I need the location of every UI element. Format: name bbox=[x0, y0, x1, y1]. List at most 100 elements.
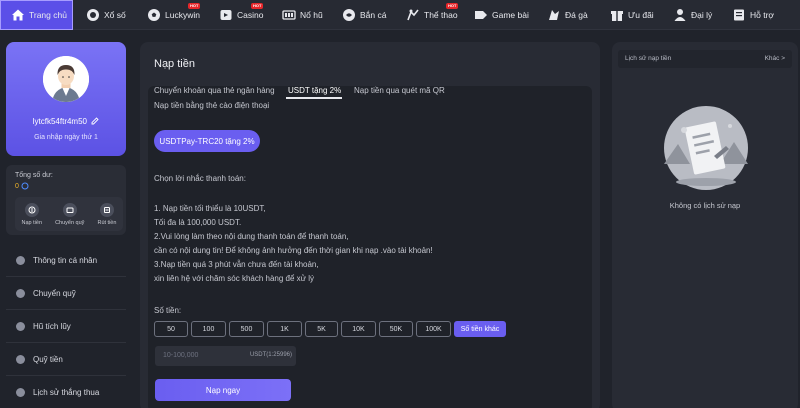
note-line: 1. Nạp tiền tối thiểu là 10USDT, bbox=[154, 204, 266, 213]
nav-card-games[interactable]: Game bài bbox=[474, 0, 529, 30]
nav-label: Hỗ trợ bbox=[750, 10, 774, 20]
amount-input-placeholder: 10-100,000 bbox=[163, 352, 199, 359]
home-icon bbox=[12, 9, 24, 21]
payment-method-chip[interactable]: USDTPay-TRC20 tặng 2% bbox=[154, 130, 260, 152]
top-navigation: Trang chủ Xổ số Luckywin HOT Casino HOT … bbox=[0, 0, 800, 30]
amount-option[interactable]: 100K bbox=[416, 321, 451, 337]
nav-support[interactable]: Hỗ trợ bbox=[732, 0, 774, 30]
user-icon bbox=[16, 255, 25, 265]
menu-item-profile[interactable]: Thông tin cá nhân bbox=[6, 244, 126, 277]
nav-sports[interactable]: Thể thao HOT bbox=[406, 0, 459, 30]
wallet-card: Tổng số dư: 0 Nạp tiền Chuyển quỹ Rút ti… bbox=[6, 165, 126, 235]
amount-option[interactable]: 100 bbox=[191, 321, 226, 337]
amount-option[interactable]: 1K bbox=[267, 321, 302, 337]
menu-item-jackpot[interactable]: Hũ tích lũy bbox=[6, 310, 126, 343]
deposit-submit-button[interactable]: Nạp ngay bbox=[155, 379, 291, 401]
withdraw-label: Rút tiền bbox=[97, 219, 117, 226]
amount-option[interactable]: 50K bbox=[379, 321, 413, 337]
balance-value: 0 bbox=[15, 182, 29, 190]
amount-option[interactable]: 500 bbox=[229, 321, 264, 337]
history-title: Lịch sử nạp tiền bbox=[625, 55, 672, 62]
avatar[interactable] bbox=[43, 56, 89, 102]
deposit-label: Nạp tiền bbox=[21, 219, 43, 226]
menu-item-label: Lịch sử thắng thua bbox=[33, 387, 100, 397]
active-tab-indicator bbox=[286, 97, 342, 99]
nav-label: Đại lý bbox=[691, 10, 713, 20]
page-title: Nạp tiền bbox=[154, 58, 195, 70]
avatar-image bbox=[43, 56, 89, 102]
tab-bank-transfer[interactable]: Chuyển khoản qua thẻ ngân hàng bbox=[154, 86, 275, 95]
note-line: cần có nội dung tin! Để không ảnh hưởng … bbox=[154, 246, 433, 255]
profile-card: lytcfk54ftr4m50 Gia nhập ngày thứ 1 bbox=[6, 42, 126, 156]
slot-machine-icon bbox=[282, 10, 296, 20]
menu-item-label: Thông tin cá nhân bbox=[33, 255, 98, 265]
nav-slots[interactable]: Nổ hũ bbox=[282, 0, 323, 30]
nav-label: Đá gà bbox=[565, 10, 588, 20]
agent-icon bbox=[674, 9, 686, 21]
tab-phone-card[interactable]: Nạp tiền bằng thẻ cào điện thoại bbox=[154, 101, 269, 110]
other-amount-button[interactable]: Số tiền khác bbox=[454, 321, 506, 337]
nav-promotions[interactable]: Ưu đãi bbox=[610, 0, 654, 30]
jar-icon bbox=[16, 321, 25, 331]
deposit-button[interactable]: Nạp tiền bbox=[21, 202, 43, 226]
history-icon bbox=[16, 387, 25, 397]
balance-amount: 0 bbox=[15, 182, 19, 190]
tab-qr[interactable]: Nạp tiền qua quét mã QR bbox=[354, 86, 445, 95]
amount-option[interactable]: 50 bbox=[154, 321, 188, 337]
wallet-actions: Nạp tiền Chuyển quỹ Rút tiền bbox=[15, 197, 123, 231]
amount-input[interactable]: 10-100,000 USDT(1:25996) bbox=[155, 346, 296, 366]
soccer-ball-icon bbox=[148, 9, 160, 21]
note-line: 3.Nạp tiền quá 3 phút vẫn chưa đến tài k… bbox=[154, 260, 319, 269]
nav-agent[interactable]: Đại lý bbox=[673, 0, 712, 30]
menu-item-label: Quỹ tiền bbox=[33, 354, 63, 364]
empty-history-illustration bbox=[664, 106, 748, 190]
nav-label: Thể thao bbox=[424, 10, 458, 20]
withdraw-button[interactable]: Rút tiền bbox=[97, 202, 117, 226]
payment-prompt: Chọn lời nhắc thanh toán: bbox=[154, 174, 246, 183]
nav-label: Nổ hũ bbox=[300, 10, 323, 20]
note-line: xin liên hệ với chăm sóc khách hàng để x… bbox=[154, 274, 315, 283]
note-line: Tối đa là 100,000 USDT. bbox=[154, 218, 242, 227]
rooster-icon bbox=[549, 10, 559, 20]
fund-icon bbox=[16, 354, 25, 364]
nav-home[interactable]: Trang chủ bbox=[0, 0, 73, 30]
menu-item-label: Chuyển quỹ bbox=[33, 288, 76, 298]
gift-icon bbox=[611, 11, 623, 21]
tab-usdt[interactable]: USDT tặng 2% bbox=[288, 86, 341, 95]
transfer-button[interactable]: Chuyển quỹ bbox=[55, 202, 85, 226]
history-more-link[interactable]: Khác > bbox=[765, 55, 785, 62]
nav-fishing[interactable]: Bắn cá bbox=[342, 0, 386, 30]
nav-luckywin[interactable]: Luckywin HOT bbox=[147, 0, 201, 30]
balance-label: Tổng số dư: bbox=[15, 172, 53, 179]
lottery-icon bbox=[87, 9, 99, 21]
fish-icon bbox=[343, 9, 355, 21]
transfer-label: Chuyển quỹ bbox=[55, 219, 85, 226]
nav-lottery[interactable]: Xổ số bbox=[86, 0, 126, 30]
nav-label: Trang chủ bbox=[29, 10, 67, 20]
withdraw-icon bbox=[99, 202, 114, 217]
amount-option[interactable]: 5K bbox=[305, 321, 338, 337]
nav-label: Ưu đãi bbox=[628, 10, 654, 20]
sports-icon bbox=[407, 9, 419, 21]
nav-casino[interactable]: Casino HOT bbox=[219, 0, 263, 30]
history-header: Lịch sử nạp tiền Khác > bbox=[618, 50, 792, 68]
nav-label: Casino bbox=[237, 10, 264, 20]
refresh-icon[interactable] bbox=[21, 182, 29, 190]
nav-label: Game bài bbox=[492, 10, 529, 20]
exchange-rate: USDT(1:25996) bbox=[249, 352, 292, 358]
edit-icon[interactable] bbox=[91, 117, 99, 125]
menu-item-history[interactable]: Lịch sử thắng thua bbox=[6, 376, 126, 408]
menu-item-fund[interactable]: Quỹ tiền bbox=[6, 343, 126, 376]
wallet-icon bbox=[16, 288, 25, 298]
account-menu: Thông tin cá nhân Chuyển quỹ Hũ tích lũy… bbox=[6, 244, 126, 408]
amount-option[interactable]: 10K bbox=[341, 321, 376, 337]
menu-item-transfer[interactable]: Chuyển quỹ bbox=[6, 277, 126, 310]
note-line: 2.Vui lòng làm theo nội dung thanh toán … bbox=[154, 232, 349, 241]
menu-item-label: Hũ tích lũy bbox=[33, 321, 71, 331]
nav-cockfight[interactable]: Đá gà bbox=[547, 0, 588, 30]
nav-label: Luckywin bbox=[165, 10, 200, 20]
empty-history-text: Không có lịch sử nạp bbox=[669, 201, 741, 210]
deposit-history-panel: Lịch sử nạp tiền Khác > Không có lịch sử… bbox=[612, 42, 798, 408]
nav-label: Xổ số bbox=[104, 10, 126, 20]
hot-badge: HOT bbox=[251, 3, 264, 9]
